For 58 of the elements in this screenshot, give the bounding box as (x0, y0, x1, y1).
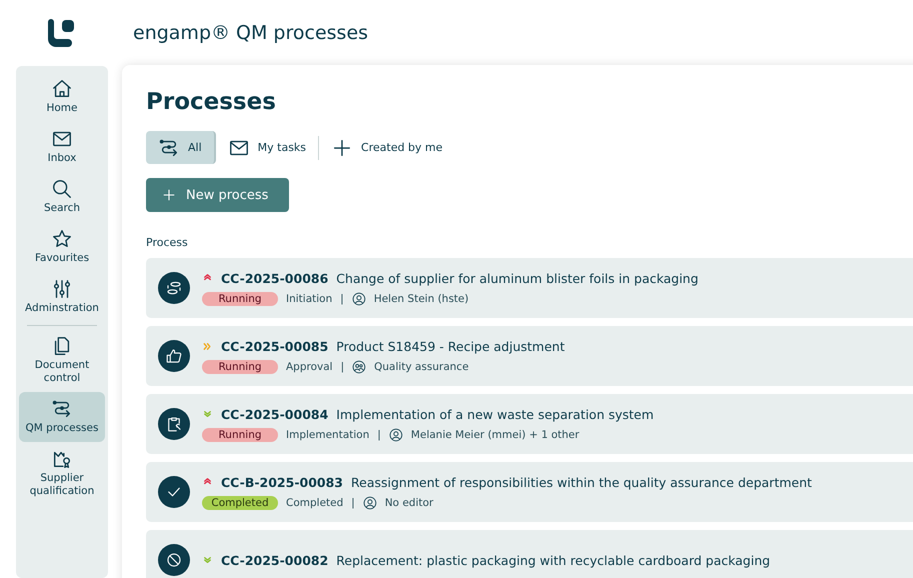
sidebar-item[interactable]: Supplier qualification (19, 442, 105, 505)
assignee-name: No editor (384, 496, 434, 508)
thumbs-up-icon (165, 347, 183, 365)
sidebar-item[interactable]: Document control (19, 329, 105, 392)
status-badge: Completed (202, 496, 278, 510)
process-row[interactable]: CC-2025-00084 Implementation of a new waste separation system Running Implementation | Melanie Meier (mmei) + 1 other (146, 394, 913, 454)
column-header: Process (146, 236, 189, 249)
process-id: CC-2025-00085 (221, 338, 328, 354)
assignee-name: Quality assurance (374, 360, 469, 372)
process-row[interactable]: CC-2025-00086 Change of supplier for aluminum blister foils in packaging Running Initiation | Helen Stein (hste) (146, 258, 913, 318)
process-title: Product S18459 - Recipe adjustment (336, 338, 565, 354)
process-title: Replacement: plastic packaging with recyclable cardboard packaging (336, 552, 770, 568)
status-badge: Running (202, 292, 278, 306)
clipboard-wrench-icon (165, 415, 183, 433)
sidebar-item[interactable]: Adminstration (19, 272, 105, 322)
process-id: CC-2025-00082 (221, 552, 328, 568)
star-icon (51, 228, 73, 250)
filter-tab[interactable]: Created by me (319, 131, 455, 164)
process-title: Implementation of a new waste separation system (336, 406, 654, 422)
prohibited-icon (165, 551, 183, 569)
filter-tab[interactable]: All (146, 131, 216, 164)
sidebar-item[interactable]: Inbox (19, 122, 105, 172)
app-title: engamp® QM processes (133, 22, 368, 44)
assignee-name: Melanie Meier (mmei) + 1 other (410, 428, 580, 440)
process-row[interactable]: CC-2025-00085 Product S18459 - Recipe adjustment Running Approval | Quality assurance (146, 326, 913, 386)
process-id: CC-2025-00084 (221, 406, 328, 422)
sliders-icon (51, 278, 73, 300)
new-process-button[interactable]: New process (146, 178, 289, 212)
process-row[interactable]: CC-B-2025-00083 Reassignment of responsibilities within the quality assurance department Completed Completed | No editor (146, 462, 913, 522)
sidebar-item[interactable]: Favourites (19, 222, 105, 272)
separator: | (340, 292, 344, 304)
plus-icon (162, 188, 176, 202)
process-id: CC-B-2025-00083 (221, 474, 344, 490)
flow-icon (51, 398, 73, 420)
process-phase: Approval (286, 360, 333, 372)
separator: | (340, 360, 344, 372)
assignee-name: Helen Stein (hste) (374, 292, 469, 304)
process-title: Reassignment of responsibilities within the quality assurance department (351, 474, 812, 490)
separator: | (351, 496, 355, 508)
status-badge: Running (202, 360, 278, 374)
separator: | (377, 428, 381, 440)
process-title: Change of supplier for aluminum blister foils in packaging (336, 270, 698, 286)
sidebar-item[interactable]: Home (19, 72, 105, 122)
filter-tab[interactable]: My tasks (216, 131, 318, 164)
process-phase: Implementation (286, 428, 370, 440)
process-row[interactable]: CC-2025-00082 Replacement: plastic packaging with recyclable cardboard packaging (146, 530, 913, 578)
process-phase: Completed (286, 496, 344, 508)
sidebar-item[interactable]: QM processes (19, 392, 105, 442)
flow-icon (158, 136, 180, 158)
exchange-icon (165, 279, 183, 297)
search-icon (51, 178, 73, 200)
process-id: CC-2025-00086 (221, 270, 328, 286)
process-phase: Initiation (286, 292, 332, 304)
logo-icon (46, 18, 76, 48)
page-title: Processes (146, 89, 277, 115)
home-icon (51, 78, 73, 100)
status-badge: Running (202, 428, 278, 442)
sidebar-item[interactable]: Search (19, 172, 105, 222)
